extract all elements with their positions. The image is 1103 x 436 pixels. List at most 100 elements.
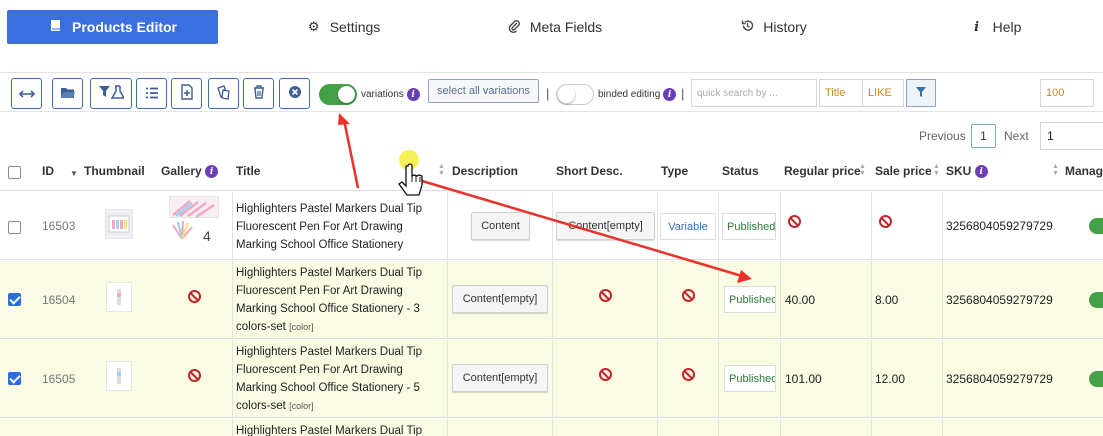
product-title[interactable]: Highlighters Pastel Markers Dual Tip Flu… [236,343,441,415]
column-header-sku-text: SKU [946,164,972,178]
tab-products-editor[interactable]: Products Editor [7,10,218,44]
search-field-select[interactable]: Title [819,79,866,107]
description-button[interactable]: Content [471,212,530,240]
manage-stock-toggle[interactable] [1089,292,1103,308]
no-value-icon [682,289,695,302]
manage-stock-toggle[interactable] [1089,371,1103,387]
tab-meta-fields[interactable]: Meta Fields [497,10,611,44]
row-checkbox[interactable] [8,293,21,306]
column-header-title[interactable]: Title [236,164,260,178]
list-button[interactable] [136,78,167,109]
product-sku[interactable]: 3256804059279729 [946,372,1053,386]
short-desc-button[interactable]: Content[empty] [556,212,655,240]
pager-next[interactable]: Next [1004,129,1029,143]
arrows-horizontal-icon [18,86,35,102]
product-thumbnail[interactable] [106,361,132,391]
open-folder-button[interactable] [52,78,83,109]
row-id: 16503 [42,219,76,233]
status-select[interactable]: Published [722,213,776,240]
product-title[interactable]: Highlighters Pastel Markers Dual Tip [236,422,441,436]
product-sku[interactable]: 3256804059279729 [946,293,1053,307]
product-title-text: Highlighters Pastel Markers Dual Tip Flu… [236,267,422,333]
column-header-status[interactable]: Status [722,164,759,178]
filter-lab-button[interactable] [90,78,132,109]
column-header-short-desc[interactable]: Short Desc. [556,164,623,178]
filter-button[interactable] [906,79,936,107]
product-title[interactable]: Highlighters Pastel Markers Dual Tip Flu… [236,264,441,336]
sort-icon[interactable]: ▲ ▼ [438,163,445,177]
variations-toggle[interactable] [319,84,357,105]
column-header-sale-price[interactable]: Sale price [875,164,932,178]
column-header-type[interactable]: Type [661,164,688,178]
select-all-checkbox[interactable] [8,166,21,179]
folder-icon [60,86,76,102]
column-header-gallery[interactable]: Gallery i [161,164,219,179]
description-button[interactable]: Content[empty] [452,364,548,392]
sort-icon[interactable]: ▲ ▼ [933,163,940,177]
table-row[interactable]: 16503 4 Highlighters Pastel Markers Dual… [0,192,1103,260]
resize-columns-button[interactable] [11,78,42,109]
duplicate-button[interactable] [208,78,239,109]
sale-price[interactable]: 8.00 [875,293,898,307]
column-header-sku[interactable]: SKU i [946,164,988,179]
product-thumbnail[interactable] [106,282,132,312]
add-product-button[interactable] [171,78,202,109]
separator: | [546,86,550,101]
gallery-image[interactable] [169,219,195,241]
table-row[interactable]: 16504 Highlighters Pastel Markers Dual T… [0,261,1103,339]
row-checkbox[interactable] [8,372,21,385]
search-operator-select[interactable]: LIKE [862,79,904,107]
cancel-button[interactable] [279,78,310,109]
sale-price[interactable]: 12.00 [875,372,905,386]
column-header-description[interactable]: Description [452,164,518,178]
info-icon[interactable]: i [406,88,420,101]
description-button[interactable]: Content[empty] [452,285,548,313]
status-select[interactable]: Published [724,365,776,392]
quick-search-input[interactable]: quick search by ... [691,79,817,107]
regular-price[interactable]: 40.00 [785,293,815,307]
binded-editing-label: binded editing i [598,88,677,101]
tab-settings[interactable]: ⚙ Settings [288,10,398,44]
separator: | [681,86,685,101]
pager-current-page[interactable]: 1 [971,124,996,148]
status-select[interactable]: Published [724,286,776,313]
product-sku[interactable]: 3256804059279729 [946,219,1053,233]
tab-label: History [763,19,807,35]
type-select[interactable]: Variable [660,213,716,240]
delete-button[interactable] [243,78,274,109]
table-row[interactable]: 16505 Highlighters Pastel Markers Dual T… [0,340,1103,418]
product-thumbnail[interactable] [105,209,133,239]
variations-label: variations i [361,88,420,101]
info-icon[interactable]: i [663,88,677,101]
column-header-manage[interactable]: Manag [1065,164,1103,178]
per-page-input[interactable]: 100 [1040,79,1094,107]
sort-desc-icon[interactable]: ▼ [70,169,78,178]
product-title[interactable]: Highlighters Pastel Markers Dual Tip Flu… [236,200,441,254]
tab-label: Products Editor [71,19,177,35]
table-row[interactable]: Highlighters Pastel Markers Dual Tip [0,419,1103,436]
sort-icon[interactable]: ▲ ▼ [1052,163,1059,177]
column-header-thumbnail[interactable]: Thumbnail [84,164,145,178]
column-header-regular-price[interactable]: Regular price [784,164,861,178]
copy-icon [216,84,231,103]
toggle-knob [558,86,575,103]
column-header-id[interactable]: ID [42,164,54,178]
tab-help[interactable]: i Help [960,10,1030,44]
tab-label: Help [992,19,1022,35]
no-value-icon [599,289,612,302]
tab-label: Meta Fields [529,19,603,35]
pager-goto-input[interactable]: 1 [1040,122,1103,150]
info-icon[interactable]: i [205,165,219,179]
tab-history[interactable]: History [731,10,815,44]
select-all-variations-button[interactable]: select all variations [428,79,539,103]
info-icon[interactable]: i [974,165,988,179]
sort-icon[interactable]: ▲ ▼ [859,163,866,177]
no-value-icon [788,215,801,228]
gallery-image[interactable] [169,196,219,219]
row-checkbox[interactable] [8,221,21,234]
manage-stock-toggle[interactable] [1089,218,1103,234]
binded-editing-toggle[interactable] [556,84,594,105]
attribute-tag: [color] [289,322,314,332]
regular-price[interactable]: 101.00 [785,372,822,386]
pager-previous[interactable]: Previous [919,129,966,143]
